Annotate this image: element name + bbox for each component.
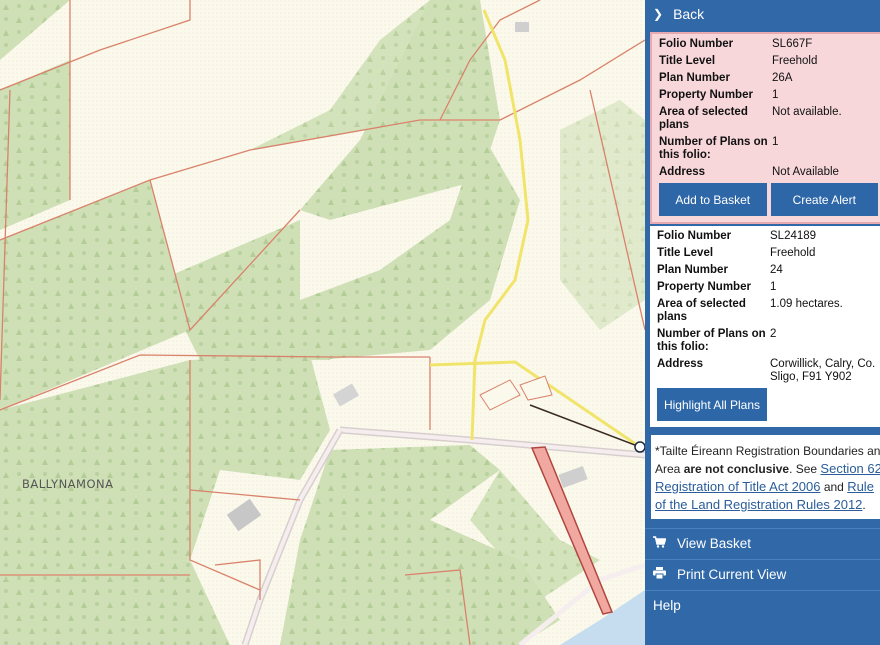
chevron-right-icon: ❯ xyxy=(653,6,664,21)
print-current-view-button[interactable]: Print Current View xyxy=(645,559,880,589)
field-label: Address xyxy=(659,166,706,178)
field-value: SL24189 xyxy=(770,230,817,242)
field-value: Not available. xyxy=(772,106,842,118)
field-label: Folio Number xyxy=(659,38,734,50)
registration-rules-link[interactable]: of the Land Registration Rules 2012 xyxy=(655,497,862,512)
info-panel: ❯ Back Folio Number SL667F Title Level Fre… xyxy=(645,0,880,645)
field-label: Title Level xyxy=(659,55,716,67)
field-value: 24 xyxy=(770,264,783,276)
help-label: Help xyxy=(653,598,681,613)
map-canvas[interactable] xyxy=(0,0,645,645)
back-label: Back xyxy=(673,5,705,22)
map-view[interactable]: BALLYNAMONA xyxy=(0,0,645,645)
printer-icon xyxy=(653,567,667,582)
back-button[interactable]: ❯ Back xyxy=(645,0,880,27)
print-current-view-label: Print Current View xyxy=(677,567,787,582)
disclaimer-text: Area xyxy=(655,462,684,476)
field-value: SL667F xyxy=(772,38,813,50)
field-value: 26A xyxy=(772,72,793,84)
field-value: 1 xyxy=(772,89,779,101)
disclaimer-line1: *Tailte Éireann Registration Boundaries … xyxy=(655,444,880,458)
section-62-link[interactable]: Section 62( xyxy=(820,461,880,476)
field-value: Freehold xyxy=(770,247,816,259)
add-to-basket-button[interactable]: Add to Basket xyxy=(659,183,767,216)
field-label: Property Number xyxy=(657,281,751,293)
field-value: 1 xyxy=(770,281,777,293)
folio-card-selected[interactable]: Folio Number SL667F Title Level Freehold P… xyxy=(650,32,880,224)
disclaimer-text: and xyxy=(820,480,848,494)
field-label: Plan Number xyxy=(659,72,730,84)
disclaimer-bold: are not conclusive xyxy=(683,462,790,476)
cart-icon xyxy=(653,536,667,551)
field-label: Title Level xyxy=(657,247,714,259)
create-alert-button[interactable]: Create Alert xyxy=(770,183,878,216)
field-value: Corwillick, Calry, Co. Sligo, F91 Y902 xyxy=(770,358,876,383)
field-value: 1.09 hectares. xyxy=(770,298,843,310)
disclaimer-text: . xyxy=(862,498,866,512)
folio-list[interactable]: Folio Number SL667F Title Level Freehold P… xyxy=(650,32,880,432)
disclaimer-text: . See xyxy=(789,462,821,476)
field-label: Address xyxy=(657,358,704,370)
field-label: Number of Plans on this folio: xyxy=(659,136,768,161)
field-label: Property Number xyxy=(659,89,753,101)
field-value: Not Available xyxy=(772,166,839,178)
disclaimer: *Tailte Éireann Registration Boundaries … xyxy=(651,435,880,519)
view-basket-label: View Basket xyxy=(677,536,752,551)
field-label: Area of selected plans xyxy=(657,298,746,323)
field-value: Freehold xyxy=(772,55,818,67)
registration-act-link[interactable]: Registration of Title Act 2006 xyxy=(655,479,820,494)
folio-card[interactable]: Folio Number SL24189 Title Level Freehold … xyxy=(650,226,880,427)
field-value: 2 xyxy=(770,328,777,340)
place-label: BALLYNAMONA xyxy=(22,477,114,491)
view-basket-button[interactable]: View Basket xyxy=(645,528,880,558)
field-value: 1 xyxy=(772,136,779,148)
field-label: Folio Number xyxy=(657,230,732,242)
field-label: Number of Plans on this folio: xyxy=(657,328,766,353)
field-label: Plan Number xyxy=(657,264,728,276)
rule-link[interactable]: Rule xyxy=(847,479,874,494)
highlight-all-plans-button[interactable]: Highlight All Plans xyxy=(657,388,767,421)
help-button[interactable]: Help xyxy=(645,590,880,620)
field-label: Area of selected plans xyxy=(659,106,748,131)
